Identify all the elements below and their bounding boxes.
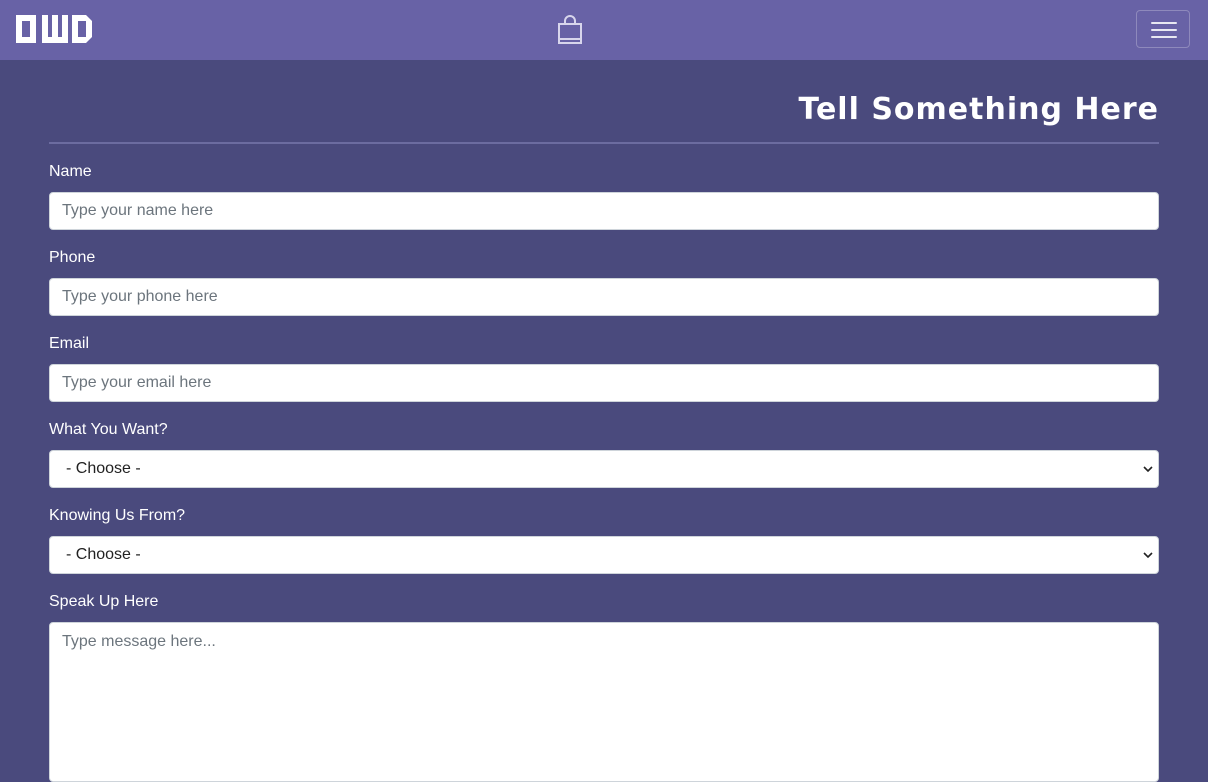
shopping-bag-icon[interactable] bbox=[556, 15, 584, 45]
title-divider bbox=[49, 142, 1159, 144]
email-input[interactable] bbox=[49, 364, 1159, 402]
phone-label: Phone bbox=[49, 249, 96, 266]
what-you-want-select[interactable]: - Choose - bbox=[49, 450, 1159, 488]
phone-input[interactable] bbox=[49, 278, 1159, 316]
email-label: Email bbox=[49, 335, 90, 352]
speak-up-label: Speak Up Here bbox=[49, 593, 159, 610]
top-navbar bbox=[0, 0, 1208, 60]
name-label: Name bbox=[49, 163, 92, 180]
knowing-us-from-value: - Choose - bbox=[66, 546, 141, 563]
name-input[interactable] bbox=[49, 192, 1159, 230]
hamburger-menu-button[interactable] bbox=[1136, 10, 1190, 48]
owd-logo[interactable] bbox=[16, 15, 92, 43]
knowing-us-from-label: Knowing Us From? bbox=[49, 507, 186, 524]
what-you-want-label: What You Want? bbox=[49, 421, 168, 438]
page-title: Tell Something Here bbox=[798, 92, 1159, 127]
knowing-us-from-select[interactable]: - Choose - bbox=[49, 536, 1159, 574]
message-textarea[interactable] bbox=[49, 622, 1159, 782]
what-you-want-value: - Choose - bbox=[66, 460, 141, 477]
chevron-down-icon bbox=[1143, 552, 1153, 559]
chevron-down-icon bbox=[1143, 466, 1153, 473]
